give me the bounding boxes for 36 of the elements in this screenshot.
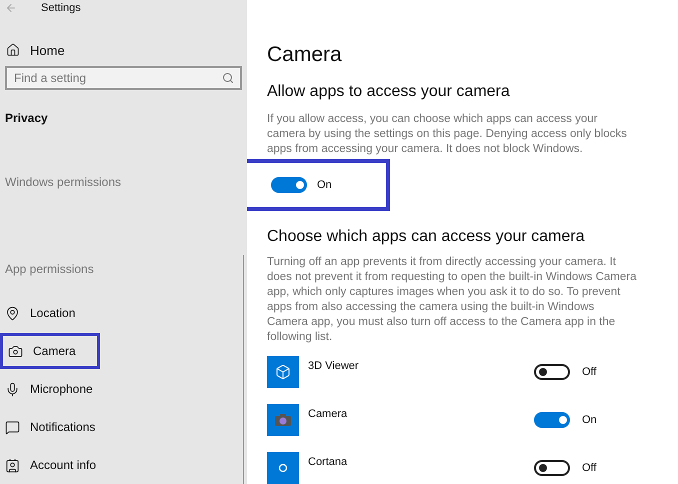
location-icon — [5, 306, 20, 320]
toggle-label: On — [582, 413, 597, 428]
contact-icon — [5, 458, 20, 472]
nav-item[interactable]: Microphone — [0, 371, 247, 407]
toggle-label: Off — [582, 461, 596, 476]
search-icon — [222, 72, 234, 84]
microphone-icon — [5, 382, 20, 396]
app-icon — [267, 404, 299, 436]
window-title: Settings — [41, 1, 81, 16]
nav-item[interactable]: Location — [0, 295, 247, 331]
description-text: If you allow access, you can choose which apps can access your camera by using the settings on this page. Denying access only blocks apps from accessing your camera. It does not block Windows. — [267, 112, 627, 157]
nav-item[interactable]: Account info — [0, 447, 247, 483]
page-title: Camera — [267, 42, 343, 68]
section-heading: Choose which apps can access your camera — [267, 227, 586, 247]
app-name: 3D Viewer — [308, 359, 360, 374]
nav-item[interactable]: Home — [0, 40, 247, 60]
camera-icon — [8, 344, 23, 358]
app-name: Camera — [308, 407, 348, 422]
toggle-label: Off — [582, 365, 596, 380]
nav-item[interactable]: Camera — [0, 333, 100, 369]
section-heading: Allow apps to access your camera — [267, 82, 511, 102]
toggle-switch[interactable] — [534, 412, 570, 428]
home-icon — [6, 43, 20, 58]
group-heading: Windows permissions — [4, 174, 122, 191]
nav-item[interactable]: Notifications — [0, 409, 247, 445]
toggle-switch[interactable] — [271, 177, 307, 193]
toggle-switch[interactable] — [534, 364, 570, 380]
toggle-switch[interactable] — [534, 460, 570, 476]
search-field[interactable]: Find a setting — [5, 66, 242, 90]
app-icon — [267, 356, 299, 388]
toggle-label: On — [317, 178, 332, 193]
description-text: Turning off an app prevents it from directly accessing your camera. It does not prevent it from requesting to open the built-in Windows Camera app, which only captures images when you ask it to do so. To prevent apps from also accessing the camera using the built-in Windows Camera app, you must also turn off access to the Camera app in the following list. — [267, 255, 637, 345]
group-heading: App permissions — [4, 261, 95, 278]
speech-bubble-icon — [5, 420, 20, 434]
app-name: Cortana — [308, 455, 348, 470]
section-title: Privacy — [4, 110, 49, 127]
